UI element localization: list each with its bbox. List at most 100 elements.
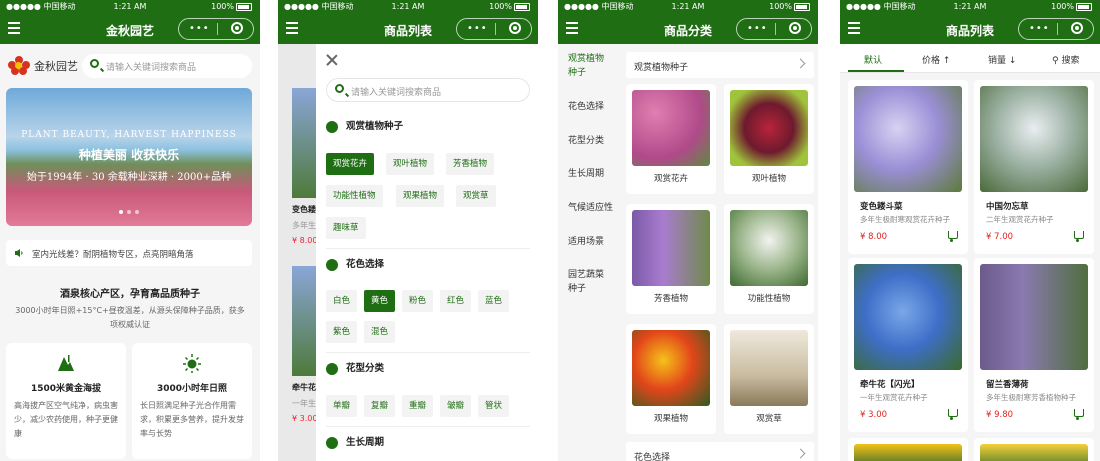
- close-mini-program-icon[interactable]: [1071, 22, 1083, 34]
- navbar: 金秋园艺 •••: [0, 14, 260, 44]
- product-card[interactable]: [848, 438, 968, 461]
- product-card[interactable]: 中国勿忘草 二年生观赏花卉种子 ¥ 7.00: [974, 80, 1094, 254]
- category-tile[interactable]: 功能性植物: [724, 204, 814, 314]
- category-header[interactable]: 观赏植物种子: [626, 52, 814, 78]
- category-item-climate[interactable]: 气候适应性: [568, 201, 613, 215]
- chip-aromatic-plants[interactable]: 芳香植物: [446, 153, 495, 175]
- search-input[interactable]: 请输入关键词搜索商品: [326, 78, 530, 102]
- chip-fun-grass[interactable]: 趣味草: [326, 217, 366, 239]
- close-mini-program-icon[interactable]: [231, 22, 243, 34]
- category-tile[interactable]: 观叶植物: [724, 84, 814, 194]
- chip-pink[interactable]: 粉色: [402, 290, 434, 312]
- status-bar: ●●●●● 中国移动 1:21 AM 100%: [840, 0, 1100, 14]
- mini-program-capsule[interactable]: •••: [178, 18, 254, 40]
- product-image: [980, 86, 1088, 192]
- product-name: 留兰香薄荷: [986, 380, 1029, 390]
- close-mini-program-icon[interactable]: [789, 22, 801, 34]
- category-item-flower-color[interactable]: 花色选择: [568, 100, 604, 114]
- category-tile[interactable]: 观赏花卉: [626, 84, 716, 194]
- filter-group-title: 花型分类: [326, 360, 384, 375]
- mountain-icon: [58, 355, 74, 371]
- category-item-ornamental-seeds[interactable]: 观赏植物种子: [568, 52, 608, 80]
- chip-purple[interactable]: 紫色: [326, 321, 358, 343]
- flower-logo-icon: [8, 56, 30, 76]
- category-item-scenario[interactable]: 适用场景: [568, 235, 604, 249]
- product-desc: 多年生: [292, 221, 316, 230]
- chip-fruit-plants[interactable]: 观果植物: [396, 185, 445, 207]
- chip-functional-plants[interactable]: 功能性植物: [326, 185, 383, 207]
- chip-ornamental-flowers[interactable]: 观赏花卉: [326, 153, 375, 175]
- category-content: 观赏植物种子 观赏花卉 观叶植物 芳香植物 功能性植物 观果植物 观赏草 花色选…: [620, 44, 818, 461]
- status-bar: ●●●●● 中国移动 1:21 AM 100%: [0, 0, 260, 14]
- product-card[interactable]: 牵牛花【闪光】 一年生观赏花卉种子 ¥ 3.00: [848, 258, 968, 432]
- status-bar: ●●●●● 中国移动 1:21 AM 100%: [558, 0, 818, 14]
- battery-icon: [514, 2, 530, 11]
- product-image: [980, 264, 1088, 370]
- sort-sales[interactable]: 销量 ↓: [988, 53, 1016, 66]
- active-tab-underline: [848, 70, 904, 72]
- close-mini-program-icon[interactable]: [509, 22, 521, 34]
- product-price: ¥ 8.00: [292, 236, 318, 245]
- category-tile[interactable]: 芳香植物: [626, 204, 716, 314]
- chip-red[interactable]: 红色: [440, 290, 472, 312]
- background-list: 默认 变色耧 多年生 ¥ 8.00 牵牛花 一年生 ¥ 3.00: [278, 44, 318, 461]
- mini-program-capsule[interactable]: •••: [736, 18, 812, 40]
- feature-card-desc: 长日照满足种子光合作用需求，积累更多营养，提升发芽率与长势: [140, 401, 244, 438]
- speaker-icon: [15, 249, 23, 257]
- more-icon[interactable]: •••: [747, 23, 768, 34]
- mini-program-capsule[interactable]: •••: [456, 18, 532, 40]
- chip-single-petal[interactable]: 单瓣: [326, 395, 358, 417]
- add-to-cart-icon[interactable]: [948, 231, 958, 242]
- hero-banner[interactable]: PLANT BEAUTY, HARVEST HAPPINESS 种植美丽 收获快…: [6, 88, 252, 226]
- more-icon[interactable]: •••: [189, 23, 210, 34]
- close-icon[interactable]: [326, 54, 338, 66]
- product-card[interactable]: [974, 438, 1094, 461]
- notice-bar[interactable]: 室内光线差？耐阴植物专区，点亮阴暗角落: [6, 240, 252, 266]
- feature-card-desc: 高海拔产区空气纯净，病虫害少，减少农药使用，种子更健康: [14, 401, 118, 438]
- chip-foliage-plants[interactable]: 观叶植物: [386, 153, 435, 175]
- chip-blue[interactable]: 蓝色: [478, 290, 510, 312]
- chip-ornamental-grass[interactable]: 观赏草: [456, 185, 496, 207]
- sort-default[interactable]: 默认: [864, 53, 882, 66]
- status-bar: ●●●●● 中国移动 1:21 AM 100%: [278, 0, 538, 14]
- chip-frilled[interactable]: 皱瓣: [440, 395, 472, 417]
- more-icon[interactable]: •••: [467, 23, 488, 34]
- product-price: ¥ 3.00: [860, 410, 888, 420]
- category-image: [632, 210, 710, 286]
- search-icon: [335, 84, 344, 93]
- product-desc: 一年生观赏花卉种子: [860, 393, 928, 402]
- banner-english: PLANT BEAUTY, HARVEST HAPPINESS: [21, 130, 237, 140]
- chip-double[interactable]: 重瓣: [402, 395, 434, 417]
- category-header[interactable]: 花色选择: [626, 442, 814, 461]
- chip-tubular[interactable]: 管状: [478, 395, 510, 417]
- chip-semi-double[interactable]: 复瓣: [364, 395, 396, 417]
- category-item-flower-shape[interactable]: 花型分类: [568, 134, 604, 148]
- search-input[interactable]: 请输入关键词搜索商品: [82, 54, 252, 78]
- screen-home: ●●●●● 中国移动 1:21 AM 100% 金秋园艺 ••• 金秋园艺 请输…: [0, 0, 260, 461]
- category-tile[interactable]: 观赏草: [724, 324, 814, 434]
- category-tile[interactable]: 观果植物: [626, 324, 716, 434]
- product-desc: 二年生观赏花卉种子: [986, 215, 1054, 224]
- category-item-growth-cycle[interactable]: 生长周期: [568, 167, 604, 181]
- product-card[interactable]: 变色耧斗菜 多年生极耐寒观赏花卉种子 ¥ 8.00: [848, 80, 968, 254]
- chip-mixed[interactable]: 混色: [364, 321, 396, 343]
- petal-icon: [326, 362, 338, 375]
- add-to-cart-icon[interactable]: [1074, 231, 1084, 242]
- leaf-icon: [326, 120, 338, 133]
- mini-program-capsule[interactable]: •••: [1018, 18, 1094, 40]
- chevron-right-icon: [795, 448, 806, 459]
- category-image: [730, 330, 808, 406]
- product-image: [292, 88, 316, 198]
- filter-group-title: 花色选择: [326, 256, 384, 271]
- search-button[interactable]: ⚲ 搜索: [1052, 53, 1079, 66]
- feature-card-title: 3000小时年日照: [156, 384, 228, 394]
- sort-price[interactable]: 价格 ↑: [922, 53, 950, 66]
- more-icon[interactable]: •••: [1029, 23, 1050, 34]
- category-item-vegetable-seeds[interactable]: 园艺蔬菜种子: [568, 268, 608, 296]
- add-to-cart-icon[interactable]: [1074, 409, 1084, 420]
- add-to-cart-icon[interactable]: [948, 409, 958, 420]
- product-card[interactable]: 留兰香薄荷 多年生极耐寒芳香植物种子 ¥ 9.80: [974, 258, 1094, 432]
- chip-yellow[interactable]: 黄色: [364, 290, 396, 312]
- chip-white[interactable]: 白色: [326, 290, 358, 312]
- product-price: ¥ 9.80: [986, 410, 1014, 420]
